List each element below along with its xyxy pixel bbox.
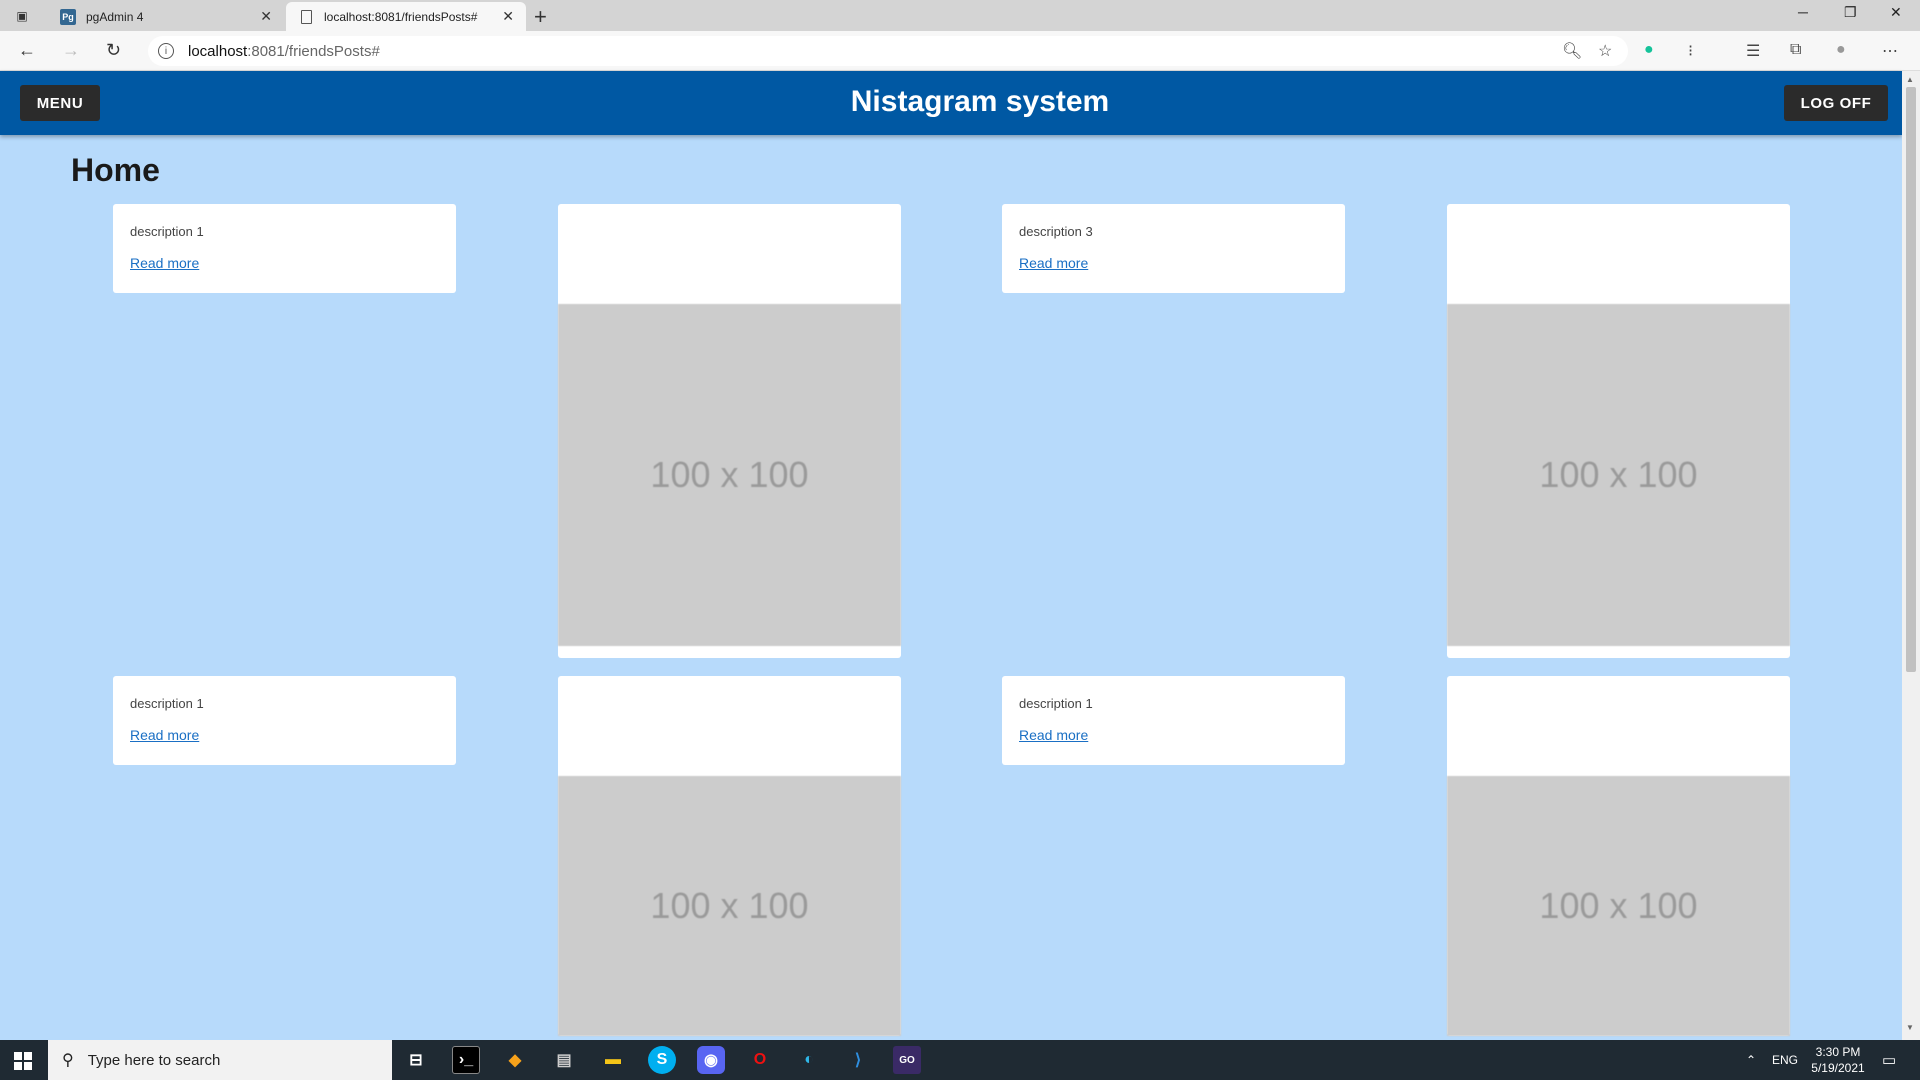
new-tab-icon[interactable]: + (534, 4, 547, 30)
forward-icon[interactable]: → (62, 40, 80, 61)
close-window-icon[interactable]: ✕ (1890, 4, 1902, 21)
scroll-down-icon[interactable]: ▼ (1906, 1023, 1914, 1032)
scroll-up-icon[interactable]: ▲ (1906, 75, 1914, 84)
back-icon[interactable]: ← (18, 40, 36, 61)
clock-time: 3:30 PM (1815, 1045, 1861, 1059)
app-header: MENU Nistagram system LOG OFF (0, 71, 1902, 135)
extension-icon[interactable]: ⁝ (1688, 41, 1693, 61)
post-card: description 3 Read more (1002, 204, 1345, 293)
post-description: description 3 (1019, 224, 1093, 239)
show-hidden-icons-icon[interactable]: ⌃ (1746, 1040, 1756, 1080)
pgadmin-icon: Pg (60, 8, 76, 25)
collections-icon[interactable]: ⧉ (1790, 41, 1801, 59)
post-card: description 1 Read more (113, 204, 456, 293)
tab-title: pgAdmin 4 (86, 9, 144, 24)
file-explorer-icon[interactable]: ▬ (599, 1046, 627, 1074)
log-off-button[interactable]: LOG OFF (1784, 85, 1888, 121)
app-icon[interactable]: ▤ (550, 1046, 578, 1074)
post-description: description 1 (1019, 696, 1093, 711)
language-indicator[interactable]: ENG (1772, 1040, 1798, 1080)
more-icon[interactable]: ⋯ (1882, 41, 1898, 61)
url-host: localhost (188, 42, 248, 60)
page-scrollbar[interactable]: ▲ ▼ (1902, 71, 1920, 1040)
windows-start-icon[interactable] (14, 1052, 32, 1070)
image-placeholder: 100 x 100 (1447, 776, 1790, 1036)
page-icon (301, 9, 312, 24)
zoom-icon[interactable]: 🔍︎ (1562, 41, 1582, 61)
skype-icon[interactable]: S (648, 1046, 676, 1074)
tab-pgadmin[interactable]: Pg pgAdmin 4 ✕ (48, 2, 284, 31)
post-card: 100 x 100 (558, 204, 901, 658)
address-bar-row: ← → ↻ i localhost:8081/friendsPosts# 🔍︎ … (0, 31, 1920, 71)
close-icon[interactable]: ✕ (502, 8, 514, 25)
taskbar: ⚲ Type here to search ⊟ ›_ ◆ ▤ ▬ S ◉ O ◐… (0, 1040, 1920, 1080)
terminal-icon[interactable]: ›_ (452, 1046, 480, 1074)
opera-icon[interactable]: O (746, 1046, 774, 1074)
post-card: 100 x 100 (558, 676, 901, 1036)
favorites-icon[interactable]: ☰ (1746, 41, 1760, 61)
app-title: Nistagram system (850, 85, 1110, 118)
system-clock[interactable]: 3:30 PM 5/19/2021 (1806, 1044, 1870, 1076)
search-placeholder: Type here to search (87, 1051, 221, 1069)
discord-icon[interactable]: ◉ (697, 1046, 725, 1074)
read-more-link[interactable]: Read more (1019, 255, 1088, 271)
notifications-icon[interactable]: ▭ (1882, 1040, 1896, 1080)
read-more-link[interactable]: Read more (130, 727, 199, 743)
post-card: 100 x 100 (1447, 676, 1790, 1036)
image-placeholder: 100 x 100 (1447, 304, 1790, 646)
vscode-icon[interactable]: ⟩ (844, 1046, 872, 1074)
tab-actions-icon[interactable]: ▣ (14, 8, 30, 24)
post-description: description 1 (130, 224, 204, 239)
clock-date: 5/19/2021 (1811, 1061, 1865, 1075)
minimize-icon[interactable]: ─ (1798, 4, 1808, 20)
git-icon[interactable]: ◆ (501, 1046, 529, 1074)
url-input[interactable]: i localhost:8081/friendsPosts# (148, 36, 1628, 66)
post-card: description 1 Read more (113, 676, 456, 765)
goland-icon[interactable]: GO (893, 1046, 921, 1074)
restore-icon[interactable]: ❐ (1844, 4, 1857, 21)
post-description: description 1 (130, 696, 204, 711)
read-more-link[interactable]: Read more (130, 255, 199, 271)
image-placeholder: 100 x 100 (558, 304, 901, 646)
post-card: description 1 Read more (1002, 676, 1345, 765)
grammarly-icon[interactable]: ● (1644, 41, 1654, 59)
scroll-thumb[interactable] (1906, 87, 1916, 672)
close-icon[interactable]: ✕ (260, 8, 272, 25)
reload-icon[interactable]: ↻ (106, 40, 121, 61)
search-icon: ⚲ (62, 1052, 74, 1069)
page-title: Home (71, 152, 160, 188)
taskbar-search-input[interactable]: ⚲ Type here to search (48, 1040, 392, 1080)
url-path: :8081/friendsPosts# (247, 42, 380, 60)
read-more-link[interactable]: Read more (1019, 727, 1088, 743)
profile-icon[interactable]: ● (1836, 41, 1846, 59)
image-placeholder: 100 x 100 (558, 776, 901, 1036)
add-favorite-icon[interactable]: ☆ (1598, 41, 1612, 61)
post-card: 100 x 100 (1447, 204, 1790, 658)
task-view-icon[interactable]: ⊟ (402, 1046, 430, 1074)
tab-title: localhost:8081/friendsPosts# (324, 9, 478, 24)
browser-tab-bar: ▣ Pg pgAdmin 4 ✕ localhost:8081/friendsP… (0, 0, 1920, 31)
edge-icon[interactable]: ◐ (795, 1046, 823, 1074)
tab-friends-posts[interactable]: localhost:8081/friendsPosts# ✕ (286, 2, 526, 31)
info-icon[interactable]: i (158, 43, 174, 59)
